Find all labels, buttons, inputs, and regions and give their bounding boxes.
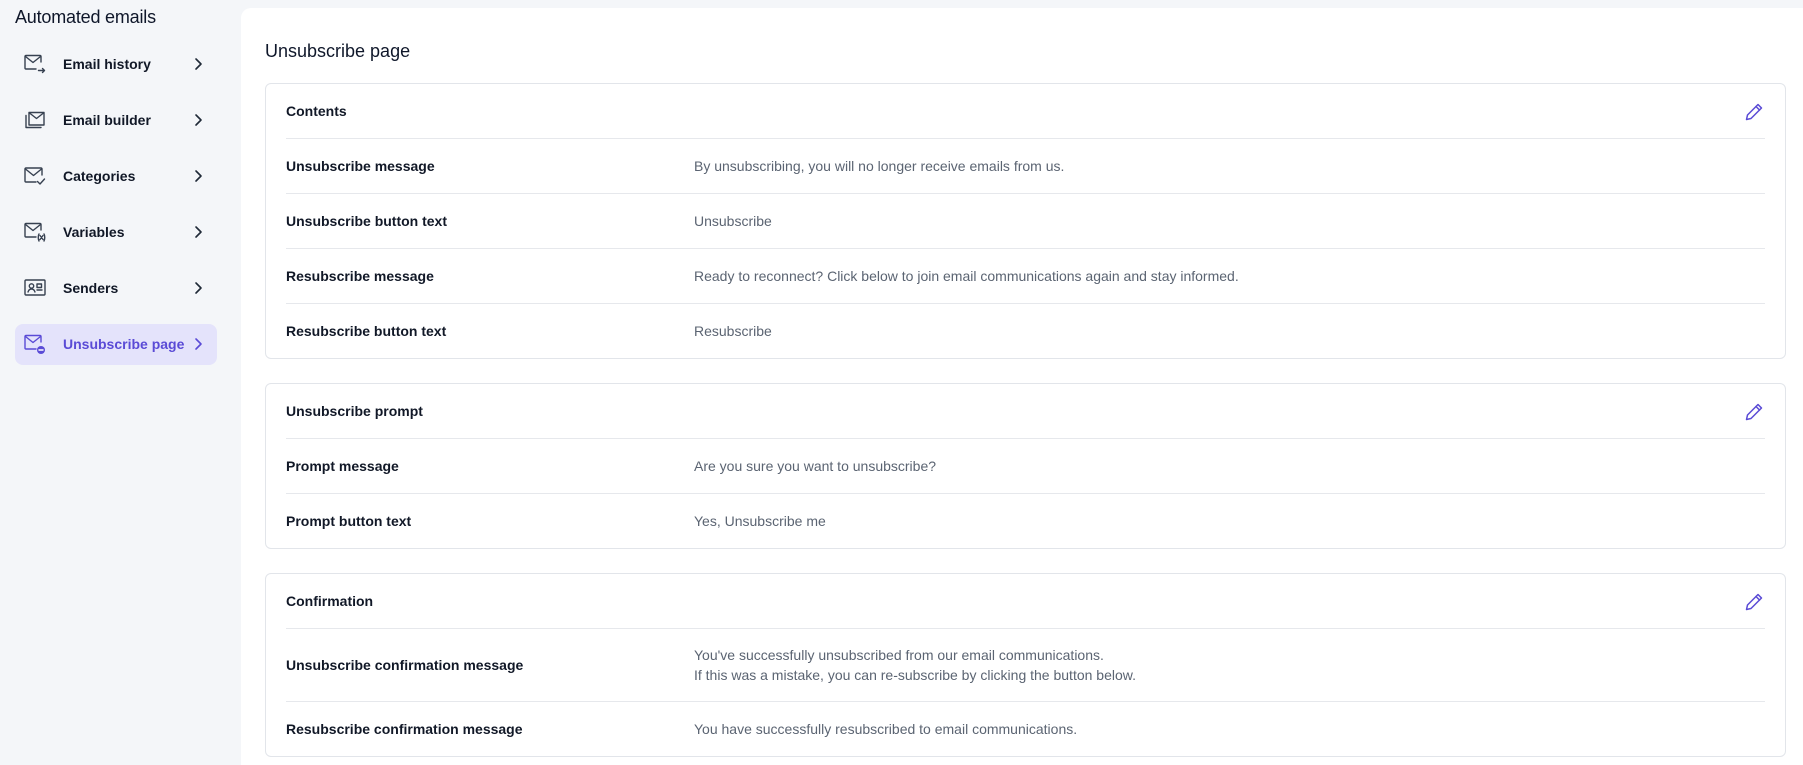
table-row: Resubscribe button text Resubscribe	[286, 304, 1765, 358]
sidebar-item-label: Senders	[63, 280, 119, 296]
row-value-text: Resubscribe	[694, 323, 772, 339]
mail-arrow-icon	[24, 54, 46, 74]
edit-confirmation-button[interactable]	[1743, 591, 1765, 613]
id-card-icon	[24, 279, 46, 296]
row-label: Unsubscribe message	[286, 158, 435, 174]
table-row: Unsubscribe button text Unsubscribe	[286, 194, 1765, 249]
chevron-right-icon	[195, 58, 202, 70]
row-value-text: You have successfully resubscribed to em…	[694, 721, 1078, 737]
row-value: Unsubscribe	[694, 194, 772, 248]
row-label: Resubscribe button text	[286, 323, 447, 339]
sidebar-title: Automated emails	[15, 7, 156, 27]
card-title: Unsubscribe prompt	[286, 403, 423, 419]
edit-contents-button[interactable]	[1743, 101, 1765, 123]
sidebar-item-label: Email history	[63, 56, 151, 72]
row-value-text: Ready to reconnect? Click below to join …	[694, 268, 1239, 284]
edit-prompt-button[interactable]	[1743, 401, 1765, 423]
sidebar: Automated emails Email history Email bui…	[0, 0, 240, 765]
table-row: Resubscribe confirmation message You hav…	[286, 702, 1765, 756]
table-row: Resubscribe message Ready to reconnect? …	[286, 249, 1765, 304]
row-label: Unsubscribe confirmation message	[286, 657, 524, 673]
chevron-right-icon	[195, 282, 202, 294]
row-value-text: By unsubscribing, you will no longer rec…	[694, 158, 1065, 174]
card-header: Unsubscribe prompt	[286, 384, 1765, 439]
sidebar-item-unsubscribe-page[interactable]: Unsubscribe page	[15, 324, 217, 365]
sidebar-item-label: Unsubscribe page	[63, 336, 185, 352]
row-label: Prompt button text	[286, 513, 412, 529]
contents-card: Contents Unsubscribe message By unsubscr…	[265, 83, 1786, 359]
sidebar-item-variables[interactable]: Variables	[15, 212, 217, 253]
row-value: You have successfully resubscribed to em…	[694, 702, 1077, 756]
sidebar-item-label: Categories	[63, 168, 136, 184]
row-value-text: Are you sure you want to unsubscribe?	[694, 458, 937, 474]
chevron-right-icon	[195, 170, 202, 182]
row-value: You've successfully unsubscribed from ou…	[694, 629, 1136, 701]
row-value-line: If this was a mistake, you can re-subscr…	[694, 667, 1136, 683]
row-label: Resubscribe confirmation message	[286, 721, 523, 737]
row-value: By unsubscribing, you will no longer rec…	[694, 139, 1064, 193]
main-panel: Unsubscribe page Contents Unsubscribe me…	[241, 8, 1803, 765]
sidebar-item-senders[interactable]: Senders	[15, 268, 217, 309]
row-label: Prompt message	[286, 458, 399, 474]
card-title: Confirmation	[286, 593, 374, 609]
card-title: Contents	[286, 103, 347, 119]
row-label: Unsubscribe button text	[286, 213, 448, 229]
table-row: Unsubscribe message By unsubscribing, yo…	[286, 139, 1765, 194]
row-value-text: Unsubscribe	[694, 213, 772, 229]
sidebar-item-label: Variables	[63, 224, 125, 240]
card-header: Confirmation	[286, 574, 1765, 629]
sidebar-item-email-builder[interactable]: Email builder	[15, 100, 217, 141]
row-label: Resubscribe message	[286, 268, 434, 284]
row-value: Are you sure you want to unsubscribe?	[694, 439, 936, 493]
row-value: Yes, Unsubscribe me	[694, 494, 826, 548]
mail-variable-icon	[24, 222, 46, 242]
chevron-right-icon	[195, 226, 202, 238]
page-title: Unsubscribe page	[265, 41, 411, 61]
mail-check-icon	[24, 167, 46, 185]
sidebar-item-email-history[interactable]: Email history	[15, 44, 217, 85]
chevron-right-icon	[195, 114, 202, 126]
sidebar-item-categories[interactable]: Categories	[15, 156, 217, 197]
row-value-text: Yes, Unsubscribe me	[694, 513, 826, 529]
row-value: Ready to reconnect? Click below to join …	[694, 249, 1239, 303]
unsubscribe-prompt-card: Unsubscribe prompt Prompt message Are yo…	[265, 383, 1786, 549]
row-value: Resubscribe	[694, 304, 772, 358]
mail-unsubscribe-icon	[24, 334, 45, 354]
sidebar-item-label: Email builder	[63, 112, 151, 128]
confirmation-card: Confirmation Unsubscribe confirmation me…	[265, 573, 1786, 757]
table-row: Prompt button text Yes, Unsubscribe me	[286, 494, 1765, 548]
card-header: Contents	[286, 84, 1765, 139]
mail-stack-icon	[25, 111, 45, 129]
chevron-right-icon	[195, 338, 202, 350]
table-row: Unsubscribe confirmation message You've …	[286, 629, 1765, 702]
table-row: Prompt message Are you sure you want to …	[286, 439, 1765, 494]
row-value-line: You've successfully unsubscribed from ou…	[694, 647, 1104, 663]
